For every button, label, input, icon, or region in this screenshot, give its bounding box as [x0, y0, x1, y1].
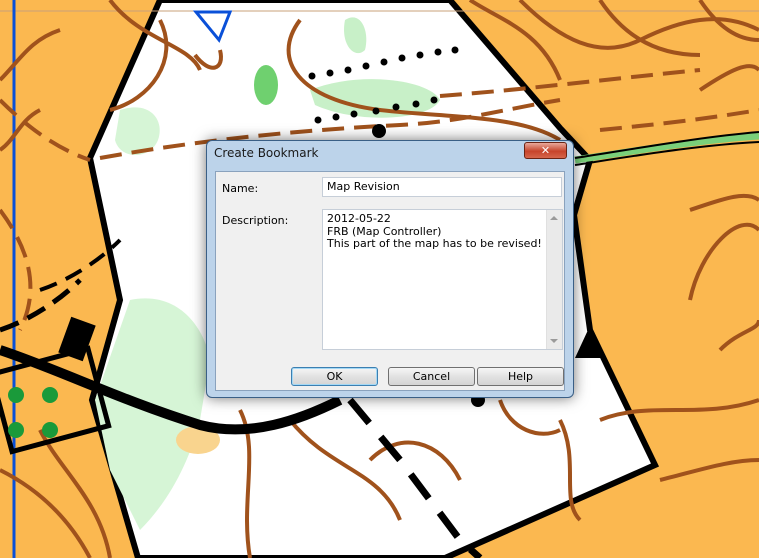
description-line: 2012-05-22	[327, 212, 391, 225]
name-input[interactable]: Map Revision	[322, 177, 562, 197]
help-button[interactable]: Help	[477, 367, 564, 386]
ok-button[interactable]: OK	[291, 367, 378, 386]
scroll-up-icon[interactable]	[550, 216, 558, 220]
dialog-title: Create Bookmark	[214, 146, 319, 160]
description-textarea[interactable]: 2012-05-22 FRB (Map Controller) This par…	[322, 209, 563, 350]
close-icon: ✕	[540, 144, 551, 157]
description-scrollbar[interactable]	[546, 210, 562, 349]
dialog-titlebar[interactable]: Create Bookmark ✕	[207, 141, 573, 165]
cancel-button[interactable]: Cancel	[388, 367, 475, 386]
description-label: Description:	[222, 214, 289, 227]
scroll-down-icon[interactable]	[550, 339, 558, 343]
close-button[interactable]: ✕	[524, 142, 567, 159]
name-label: Name:	[222, 182, 259, 195]
green-spot	[254, 65, 278, 105]
dialog-body: Name: Map Revision Description: 2012-05-…	[215, 171, 565, 391]
create-bookmark-dialog: Create Bookmark ✕ Name: Map Revision Des…	[206, 140, 574, 398]
boulder	[372, 124, 386, 138]
description-line: This part of the map has to be revised!	[327, 237, 542, 250]
